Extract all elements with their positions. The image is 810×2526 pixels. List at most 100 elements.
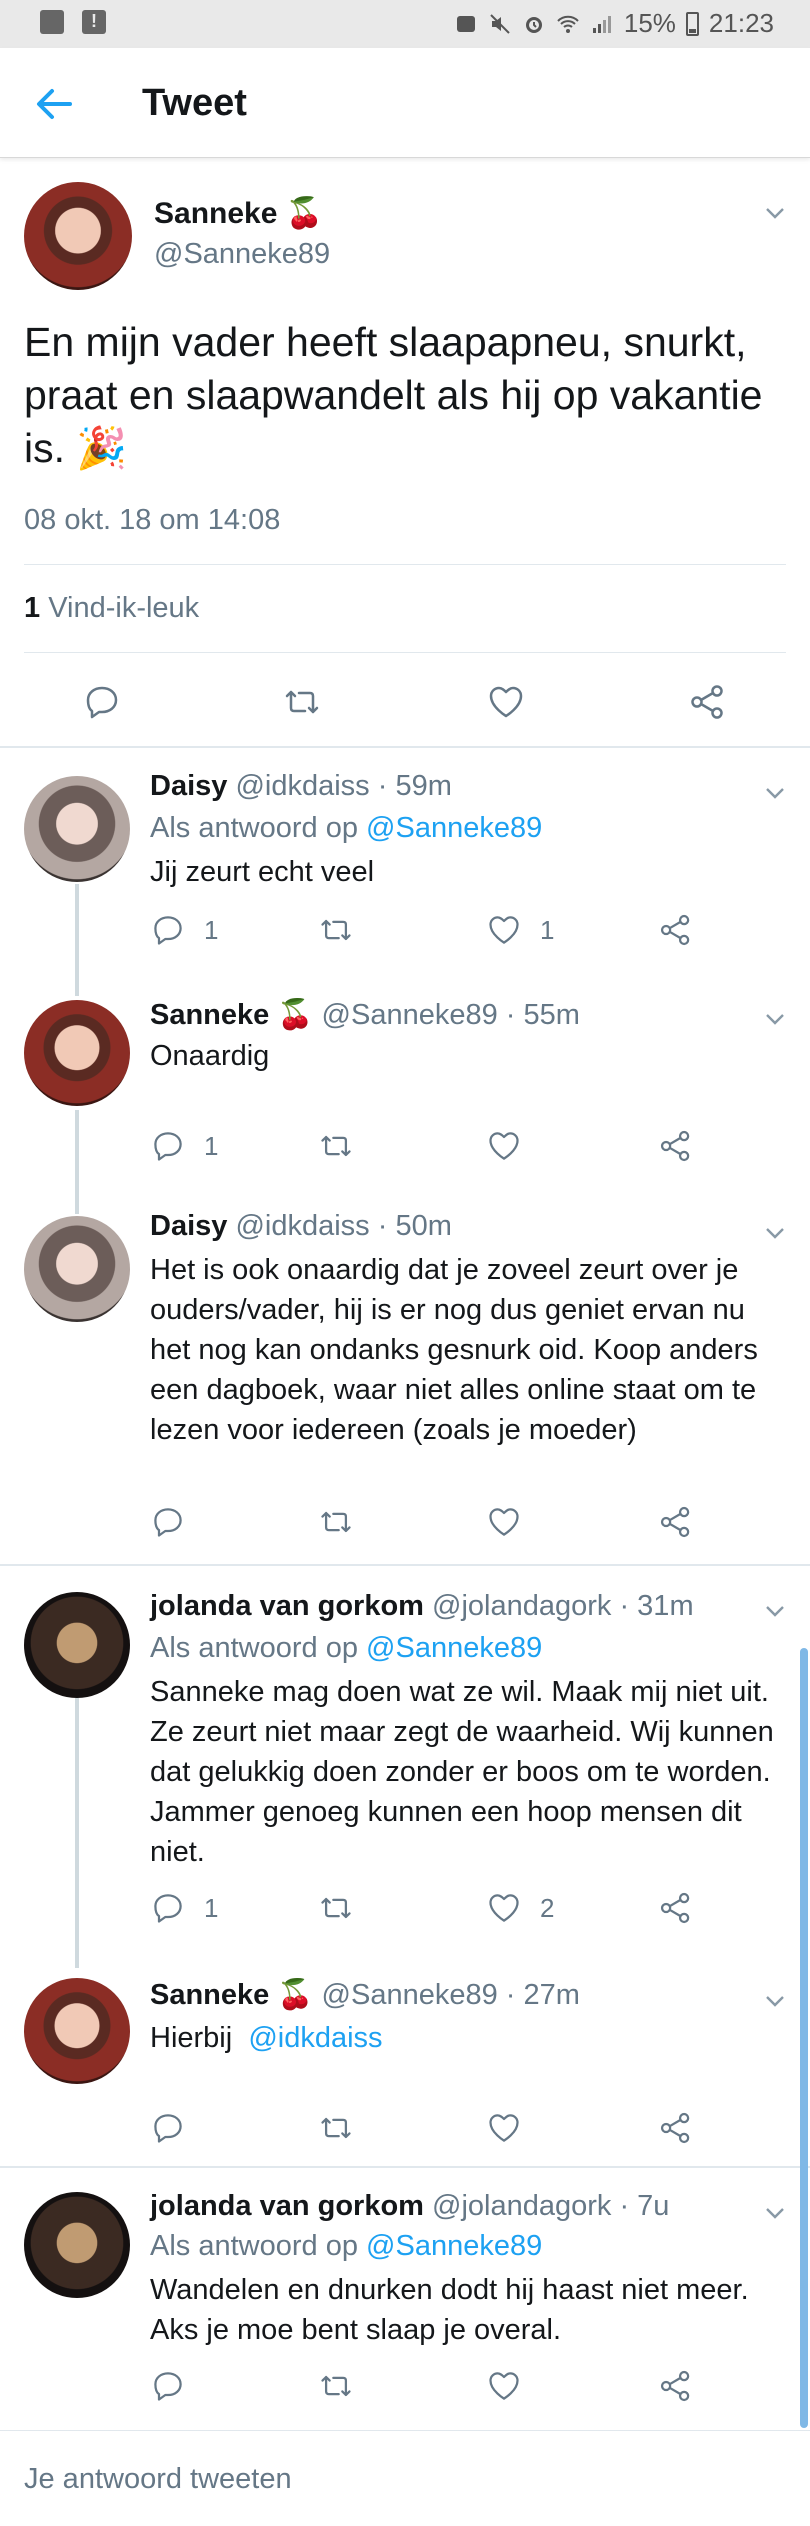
retweet-button[interactable] [318, 2110, 354, 2146]
reply-button[interactable] [150, 1504, 186, 1540]
like-button[interactable] [486, 1504, 522, 1540]
share-button[interactable] [658, 1890, 694, 1926]
mention-link[interactable]: @idkdaiss [248, 2022, 382, 2054]
divider [24, 652, 786, 653]
compose-placeholder: Je antwoord tweeten [24, 2463, 292, 2495]
like-button[interactable] [486, 682, 526, 722]
heart-icon [486, 1504, 522, 1540]
reply-compose-field[interactable]: Je antwoord tweeten [0, 2430, 810, 2526]
retweet-icon [318, 2368, 354, 2404]
avatar[interactable] [24, 776, 130, 882]
reply-tweet[interactable]: jolanda van gorkom @jolandagork · 7u Als… [0, 2168, 810, 2424]
share-icon [658, 912, 694, 948]
cherry-emoji: 🍒 [277, 1979, 314, 2011]
heart-icon [486, 1890, 522, 1926]
like-button[interactable] [486, 1128, 522, 1164]
chevron-down-icon[interactable] [764, 1008, 786, 1030]
reply-text: Wandelen en dnurken dodt hij haast niet … [150, 2274, 749, 2346]
chevron-down-icon[interactable] [764, 1222, 786, 1244]
reply-time: · 59m [377, 770, 452, 802]
reply-button[interactable] [150, 2110, 186, 2146]
chevron-down-icon[interactable] [764, 782, 786, 804]
author-handle: @idkdaiss [235, 770, 370, 802]
author-handle: @Sanneke89 [321, 999, 498, 1031]
share-button[interactable] [658, 1504, 694, 1540]
avatar[interactable] [24, 1592, 130, 1698]
like-button[interactable] [486, 2110, 522, 2146]
reply-tweet[interactable]: Daisy @idkdaiss · 59m Als antwoord op @S… [0, 748, 810, 968]
reply-text: Hierbij @idkdaiss [150, 2022, 383, 2054]
chevron-down-icon[interactable] [764, 202, 786, 224]
share-button[interactable] [658, 2110, 694, 2146]
retweet-icon [318, 2110, 354, 2146]
avatar[interactable] [24, 2192, 130, 2298]
reply-header: jolanda van gorkom @jolandagork · 31m [150, 1590, 694, 1623]
reply-icon [150, 1504, 186, 1540]
reply-context: Als antwoord op @Sanneke89 [150, 1632, 543, 1664]
share-button[interactable] [658, 2368, 694, 2404]
reply-to-link[interactable]: @Sanneke89 [366, 2230, 542, 2262]
party-emoji: 🎉 [76, 425, 128, 471]
reply-to-link[interactable]: @Sanneke89 [366, 1632, 542, 1664]
share-button[interactable] [658, 1128, 694, 1164]
retweet-icon [318, 1890, 354, 1926]
reply-tweet[interactable]: Sanneke 🍒 @Sanneke89 · 27m Hierbij @idkd… [0, 1968, 810, 2160]
reply-actions [150, 2110, 710, 2150]
reply-text: Sanneke mag doen wat ze wil. Maak mij ni… [150, 1676, 774, 1868]
share-icon [658, 2368, 694, 2404]
reply-time: · 55m [505, 999, 580, 1031]
reply-tweet[interactable]: Daisy @idkdaiss · 50m Het is ook onaardi… [0, 1196, 810, 1556]
signal-icon [590, 12, 614, 36]
scrollbar[interactable] [800, 1648, 808, 2428]
retweet-button[interactable] [318, 1128, 354, 1164]
reply-button[interactable] [150, 2368, 186, 2404]
likes-summary[interactable]: 1 Vind-ik-leuk [24, 592, 199, 625]
chevron-down-icon[interactable] [764, 1600, 786, 1622]
back-arrow-icon[interactable] [30, 80, 78, 128]
chevron-down-icon[interactable] [764, 1990, 786, 2012]
like-button[interactable] [486, 2368, 522, 2404]
retweet-button[interactable] [318, 1890, 354, 1926]
app-bar: Tweet [0, 48, 810, 158]
reply-tweet[interactable]: jolanda van gorkom @jolandagork · 31m Al… [0, 1566, 810, 1966]
reply-tweet[interactable]: Sanneke 🍒 @Sanneke89 · 55m Onaardig 1 [0, 978, 810, 1188]
share-button[interactable] [658, 912, 694, 948]
like-button[interactable]: 2 [486, 1890, 554, 1926]
battery-icon [685, 11, 699, 36]
reply-button[interactable]: 1 [150, 912, 218, 948]
retweet-button[interactable] [318, 2368, 354, 2404]
alert-notification-icon [82, 10, 106, 34]
reply-button[interactable]: 1 [150, 1890, 218, 1926]
retweet-button[interactable] [282, 682, 322, 722]
reply-to-link[interactable]: @Sanneke89 [366, 812, 542, 844]
share-button[interactable] [688, 682, 728, 722]
avatar[interactable] [24, 1978, 130, 2084]
page-title: Tweet [142, 82, 247, 124]
retweet-button[interactable] [318, 912, 354, 948]
reply-button[interactable]: 1 [150, 1128, 218, 1164]
reply-text: Onaardig [150, 1040, 270, 1072]
author-handle[interactable]: @Sanneke89 [154, 238, 330, 271]
like-button[interactable]: 1 [486, 912, 554, 948]
avatar[interactable] [24, 1216, 130, 1322]
reply-count: 1 [204, 914, 219, 945]
reply-actions: 1 [150, 1128, 710, 1168]
chevron-down-icon[interactable] [764, 2202, 786, 2224]
reply-time: · 50m [377, 1210, 452, 1242]
reply-icon [82, 682, 122, 722]
avatar[interactable] [24, 182, 132, 290]
gallery-notification-icon [40, 10, 64, 34]
retweet-button[interactable] [318, 1504, 354, 1540]
author-name: Sanneke 🍒 [150, 1979, 314, 2011]
share-icon [658, 2110, 694, 2146]
reply-header: Daisy @idkdaiss · 59m [150, 770, 452, 803]
avatar[interactable] [24, 1000, 130, 1106]
share-icon [658, 1128, 694, 1164]
battery-percentage: 15% [623, 8, 676, 38]
author-name[interactable]: Sanneke 🍒 [154, 196, 323, 231]
author-handle: @jolandagork [432, 1590, 612, 1622]
reply-button[interactable] [82, 682, 122, 722]
cherry-emoji: 🍒 [285, 197, 324, 230]
tweet-timestamp: 08 okt. 18 om 14:08 [24, 504, 281, 536]
retweet-icon [318, 912, 354, 948]
